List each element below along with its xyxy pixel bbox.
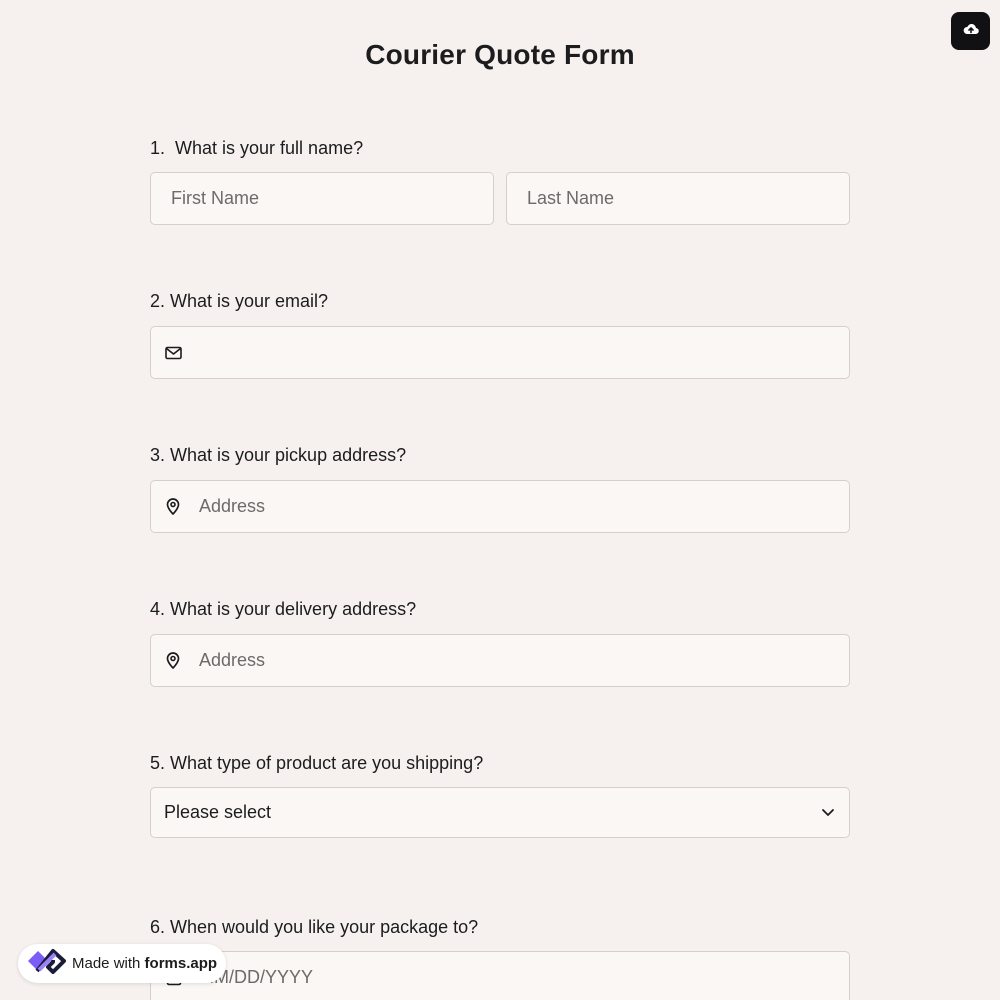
badge-text: Made with forms.app	[72, 955, 217, 972]
delivery-address-placeholder: Address	[199, 650, 266, 670]
question-full-name: 1. What is your full name?	[150, 137, 850, 159]
page-title: Courier Quote Form	[365, 39, 635, 70]
question-email: 2. What is your email?	[150, 290, 850, 312]
form-page: Courier Quote Form 1. What is your full …	[0, 0, 1000, 1000]
question-label: 2. What is your email?	[150, 291, 329, 311]
chevron-down-icon	[821, 808, 835, 817]
question-pickup-address: 3. What is your pickup address?	[150, 444, 850, 466]
product-type-select[interactable]: Please select	[150, 787, 850, 838]
question-label: 5. What type of product are you shipping…	[150, 753, 484, 773]
question-package-date: 6. When would you like your package to?	[150, 916, 850, 938]
question-product-type: 5. What type of product are you shipping…	[150, 752, 850, 774]
question-label: 1. What is your full name?	[150, 138, 364, 158]
forms-app-logo	[26, 945, 66, 982]
made-with-forms-app-badge[interactable]: Made with forms.app	[18, 944, 226, 983]
question-label: 3. What is your pickup address?	[150, 445, 407, 465]
product-type-selected: Please select	[164, 802, 272, 822]
pickup-address-input[interactable]: Address	[150, 480, 850, 533]
map-pin-icon	[166, 498, 180, 515]
package-date-input[interactable]: MM/DD/YYYY	[150, 951, 850, 1000]
first-name-placeholder: First Name	[171, 188, 260, 208]
question-delivery-address: 4. What is your delivery address?	[150, 598, 850, 620]
delivery-address-input[interactable]: Address	[150, 634, 850, 687]
email-input[interactable]	[150, 326, 850, 379]
badge-brand: forms.app	[144, 955, 218, 972]
first-name-input[interactable]: First Name	[150, 172, 494, 225]
last-name-input[interactable]: Last Name	[506, 172, 850, 225]
map-pin-icon	[166, 652, 180, 669]
question-label: 4. What is your delivery address?	[150, 599, 417, 619]
question-label: 6. When would you like your package to?	[150, 917, 479, 937]
cloud-upload-icon	[963, 22, 979, 41]
last-name-placeholder: Last Name	[527, 188, 615, 208]
badge-prefix: Made with	[72, 955, 141, 972]
envelope-icon	[165, 346, 182, 360]
pickup-address-placeholder: Address	[199, 496, 266, 516]
